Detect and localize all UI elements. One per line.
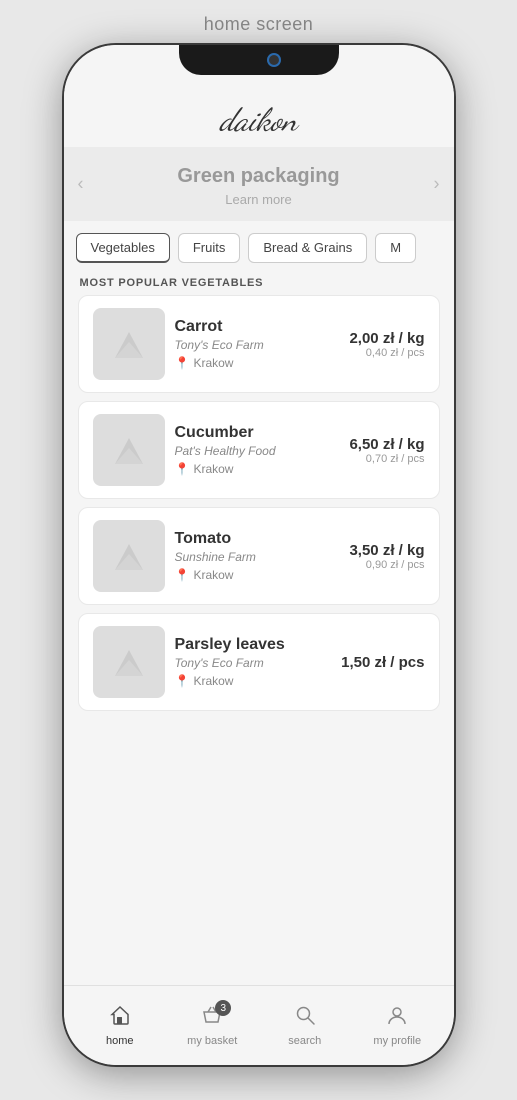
phone-frame: daikon ‹ Green packaging Learn more › Ve… [64,45,454,1065]
phone-screen: daikon ‹ Green packaging Learn more › Ve… [64,45,454,1065]
basket-badge: 3 [215,1000,231,1016]
location-pin-icon-4: 📍 [175,674,190,688]
product-location-tomato: 📍 Krakow [175,568,340,582]
price-main-tomato: 3,50 zł / kg [349,542,424,559]
banner-title: Green packaging [84,165,434,188]
screen-label: home screen [204,14,314,35]
product-name-tomato: Tomato [175,530,340,548]
product-name-carrot: Carrot [175,318,340,336]
search-icon [294,1004,316,1032]
price-main-cucumber: 6,50 zł / kg [349,436,424,453]
product-location-cucumber: 📍 Krakow [175,462,340,476]
product-price-carrot: 2,00 zł / kg 0,40 zł / pcs [349,330,424,359]
product-info-cucumber: Cucumber Pat's Healthy Food 📍 Krakow [165,424,350,476]
nav-profile-label: my profile [373,1035,421,1047]
price-sub-carrot: 0,40 zł / pcs [349,347,424,359]
category-tabs: Vegetables Fruits Bread & Grains M [64,221,454,263]
product-name-parsley: Parsley leaves [175,636,332,654]
nav-home[interactable]: home [74,1004,167,1047]
notch-camera [269,55,279,65]
product-info-parsley: Parsley leaves Tony's Eco Farm 📍 Krakow [165,636,342,688]
app-content: daikon ‹ Green packaging Learn more › Ve… [64,89,454,985]
product-image-carrot [93,308,165,380]
product-image-tomato [93,520,165,592]
nav-home-label: home [106,1035,134,1047]
section-header: MOST POPULAR VEGETABLES [64,263,454,295]
page-wrapper: home screen daikon ‹ Green packaging Lea… [0,0,517,1100]
product-farm-cucumber: Pat's Healthy Food [175,444,340,458]
banner-subtitle[interactable]: Learn more [84,192,434,207]
price-main-carrot: 2,00 zł / kg [349,330,424,347]
nav-basket[interactable]: 3 my basket [166,1004,259,1047]
basket-icon: 3 [201,1004,223,1032]
tab-bread-grains[interactable]: Bread & Grains [248,233,367,263]
product-list: Carrot Tony's Eco Farm 📍 Krakow 2,00 zł … [64,295,454,719]
location-pin-icon: 📍 [175,356,190,370]
promo-banner: ‹ Green packaging Learn more › [64,147,454,221]
notch [179,45,339,75]
banner-prev-arrow[interactable]: ‹ [70,166,92,203]
product-price-parsley: 1,50 zł / pcs [341,654,424,671]
product-farm-parsley: Tony's Eco Farm [175,656,332,670]
price-main-parsley: 1,50 zł / pcs [341,654,424,671]
nav-search-label: search [288,1035,321,1047]
tab-fruits[interactable]: Fruits [178,233,241,263]
product-name-cucumber: Cucumber [175,424,340,442]
product-price-cucumber: 6,50 zł / kg 0,70 zł / pcs [349,436,424,465]
nav-search[interactable]: search [259,1004,352,1047]
nav-profile[interactable]: my profile [351,1004,444,1047]
price-sub-tomato: 0,90 zł / pcs [349,559,424,571]
logo-area: daikon [64,89,454,147]
product-card-tomato[interactable]: Tomato Sunshine Farm 📍 Krakow 3,50 zł / … [78,507,440,605]
bottom-nav: home 3 my basket [64,985,454,1065]
home-icon [109,1004,131,1032]
product-farm-tomato: Sunshine Farm [175,550,340,564]
product-price-tomato: 3,50 zł / kg 0,90 zł / pcs [349,542,424,571]
profile-icon [386,1004,408,1032]
nav-basket-label: my basket [187,1035,237,1047]
banner-next-arrow[interactable]: › [426,166,448,203]
product-image-parsley [93,626,165,698]
location-pin-icon-3: 📍 [175,568,190,582]
product-location-carrot: 📍 Krakow [175,356,340,370]
tab-more[interactable]: M [375,233,416,263]
product-info-tomato: Tomato Sunshine Farm 📍 Krakow [165,530,350,582]
tab-vegetables[interactable]: Vegetables [76,233,170,263]
product-card-carrot[interactable]: Carrot Tony's Eco Farm 📍 Krakow 2,00 zł … [78,295,440,393]
app-logo: daikon [220,101,298,139]
product-info-carrot: Carrot Tony's Eco Farm 📍 Krakow [165,318,350,370]
price-sub-cucumber: 0,70 zł / pcs [349,453,424,465]
product-farm-carrot: Tony's Eco Farm [175,338,340,352]
product-card-cucumber[interactable]: Cucumber Pat's Healthy Food 📍 Krakow 6,5… [78,401,440,499]
product-image-cucumber [93,414,165,486]
product-location-parsley: 📍 Krakow [175,674,332,688]
product-card-parsley[interactable]: Parsley leaves Tony's Eco Farm 📍 Krakow … [78,613,440,711]
location-pin-icon-2: 📍 [175,462,190,476]
